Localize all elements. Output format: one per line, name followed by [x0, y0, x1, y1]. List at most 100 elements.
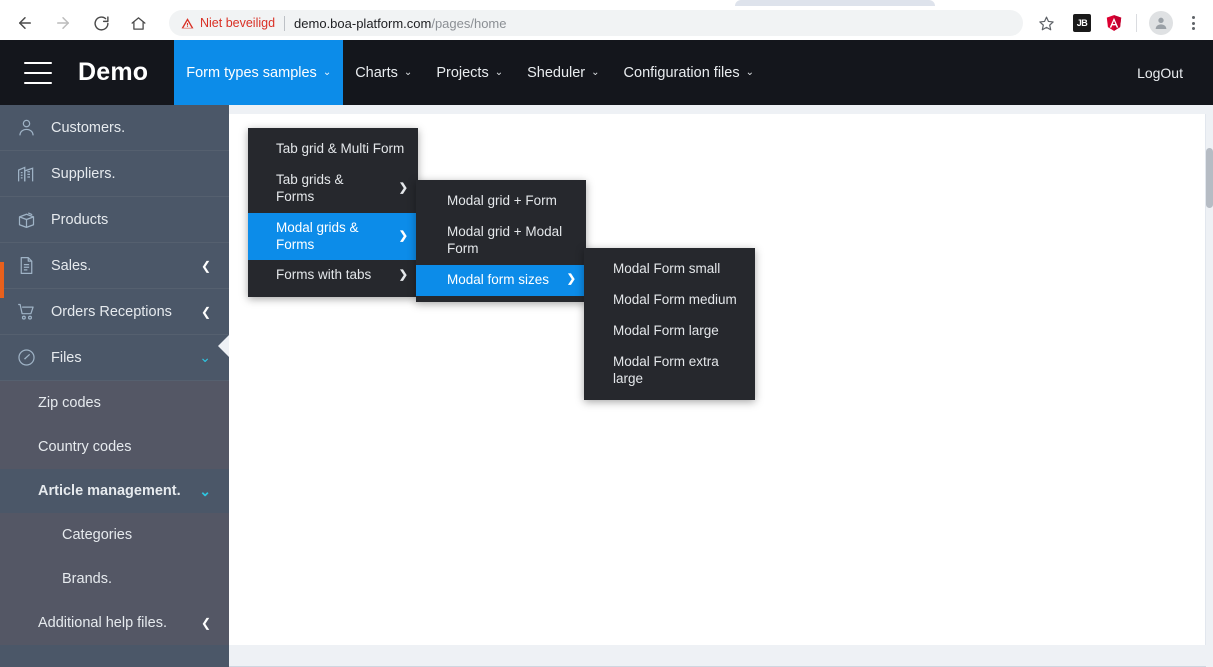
nav-item-charts[interactable]: Charts ⌄: [343, 40, 424, 105]
sidebar-item-label: Orders Receptions: [51, 303, 172, 320]
menu-item-modal-grid-modal-form[interactable]: Modal grid + Modal Form: [416, 217, 586, 265]
bookmark-star-icon[interactable]: [1033, 10, 1059, 36]
sidebar-item-additional-help-files[interactable]: Additional help files. ❮: [0, 601, 229, 645]
reload-icon[interactable]: [86, 8, 116, 38]
chevron-right-icon: ❯: [566, 273, 576, 286]
menu-item-label: Modal Form large: [613, 322, 719, 338]
sidebar-item-label: Zip codes: [38, 395, 101, 411]
menu-item-modal-form-large[interactable]: Modal Form large: [584, 316, 755, 347]
jetbrains-extension-label: JB: [1076, 18, 1088, 28]
app-brand: Demo: [78, 58, 149, 86]
chevron-right-icon: ❯: [398, 229, 408, 242]
avatar[interactable]: [1149, 11, 1173, 35]
app-header: Demo Form types samples ⌄ Charts ⌄ Proje…: [0, 40, 1213, 105]
nav-item-form-types-samples[interactable]: Form types samples ⌄: [174, 40, 344, 105]
page-scrollbar[interactable]: [1206, 105, 1213, 667]
sidebar-item-orders-receptions[interactable]: Orders Receptions ❮: [0, 289, 229, 335]
nav-label: Sheduler: [527, 64, 586, 81]
sidebar-item-country-codes[interactable]: Country codes: [0, 425, 229, 469]
sidebar-item-suppliers[interactable]: Suppliers.: [0, 151, 229, 197]
document-icon: [16, 255, 42, 276]
sidebar-item-files[interactable]: Files ⌄: [0, 335, 229, 381]
chevron-left-icon: ❮: [200, 258, 211, 273]
chevron-down-icon: ⌄: [403, 67, 413, 78]
menu-item-label: Forms with tabs: [276, 267, 372, 283]
chevron-down-icon: ⌄: [199, 349, 211, 365]
nav-item-configuration-files[interactable]: Configuration files ⌄: [612, 40, 766, 105]
cart-icon: [16, 301, 42, 322]
nav-label: Configuration files: [623, 64, 740, 81]
not-secure-label: Niet beveiligd: [200, 16, 276, 30]
forward-arrow-icon[interactable]: [48, 8, 78, 38]
sidebar: Customers. Suppliers. Products Sales. ❮: [0, 105, 229, 667]
chevron-down-icon: ⌄: [591, 67, 600, 78]
nav-label: Projects: [436, 64, 489, 81]
omnibox-divider: [284, 15, 286, 31]
url-domain: demo.boa-platform.com: [294, 15, 432, 31]
nav-item-projects[interactable]: Projects ⌄: [424, 40, 515, 105]
sidebar-item-sales[interactable]: Sales. ❮: [0, 243, 229, 289]
edge-accent-marker: [0, 262, 4, 298]
active-section-marker: [218, 335, 229, 357]
menu-item-label: Modal Form extra large: [613, 353, 719, 386]
browser-toolbar: Niet beveiligd demo.boa-platform.com/pag…: [0, 6, 1213, 40]
menu-item-label: Modal Form small: [613, 261, 721, 276]
chevron-right-icon: ❯: [398, 268, 408, 281]
menu-item-modal-form-small[interactable]: Modal Form small: [584, 254, 755, 285]
sidebar-item-article-management[interactable]: Article management. ⌄: [0, 469, 229, 513]
main-navigation: Form types samples ⌄ Charts ⌄ Projects ⌄…: [174, 40, 1137, 105]
chevron-down-icon: ⌄: [494, 67, 504, 78]
sidebar-item-categories[interactable]: Categories: [0, 513, 229, 557]
hamburger-menu-icon[interactable]: [24, 61, 52, 84]
sidebar-item-label: Files: [51, 349, 82, 366]
menu-item-modal-grid-form[interactable]: Modal grid + Form: [416, 186, 586, 217]
sidebar-item-customers[interactable]: Customers.: [0, 105, 229, 151]
sidebar-item-label: Article management.: [38, 483, 181, 499]
menu-item-modal-form-sizes[interactable]: Modal form sizes ❯: [416, 264, 586, 296]
menu-item-forms-with-tabs[interactable]: Forms with tabs ❯: [248, 260, 418, 291]
url-path: /pages/home: [431, 15, 507, 31]
address-bar[interactable]: Niet beveiligd demo.boa-platform.com/pag…: [169, 10, 1023, 36]
browser-toolbar-actions: JB: [1033, 10, 1213, 36]
dropdown-menu-form-types-samples: Tab grid & Multi Form Tab grids & Forms …: [248, 128, 418, 298]
menu-item-label: Modal form sizes: [447, 271, 550, 287]
logout-button[interactable]: LogOut: [1137, 65, 1183, 81]
gauge-icon: [16, 347, 42, 368]
application-window: Demo Form types samples ⌄ Charts ⌄ Proje…: [0, 40, 1213, 667]
jetbrains-extension-icon[interactable]: JB: [1073, 14, 1091, 32]
angular-extension-icon[interactable]: [1105, 14, 1123, 32]
sidebar-item-brands[interactable]: Brands.: [0, 557, 229, 601]
menu-item-label: Modal grid + Form: [447, 193, 557, 208]
menu-item-label: Modal grids & Forms: [276, 219, 359, 252]
back-arrow-icon[interactable]: [10, 8, 40, 38]
sidebar-item-label: Suppliers.: [51, 165, 116, 182]
chevron-down-icon: ⌄: [745, 67, 754, 78]
menu-item-modal-grids-forms[interactable]: Modal grids & Forms ❯: [248, 212, 418, 261]
chevron-down-icon: ⌄: [199, 482, 211, 499]
sidebar-item-label: Brands.: [62, 571, 112, 587]
sidebar-item-label: Products: [51, 211, 109, 228]
menu-item-modal-form-medium[interactable]: Modal Form medium: [584, 285, 755, 316]
home-icon[interactable]: [123, 8, 153, 38]
menu-item-tab-grid-multi-form[interactable]: Tab grid & Multi Form: [248, 134, 418, 165]
content-separator-band: [229, 645, 1206, 667]
sidebar-item-label: Categories: [62, 527, 133, 543]
browser-menu-icon[interactable]: [1181, 11, 1205, 35]
building-icon: [16, 163, 42, 184]
submenu-modal-grids-forms: Modal grid + Form Modal grid + Modal For…: [416, 180, 586, 302]
sidebar-item-zip-codes[interactable]: Zip codes: [0, 381, 229, 425]
sidebar-filler: [0, 645, 229, 667]
url-text: demo.boa-platform.com/pages/home: [294, 16, 506, 31]
toolbar-divider: [1136, 14, 1137, 32]
menu-item-label: Tab grid & Multi Form: [276, 141, 405, 156]
menu-item-label: Tab grids & Forms: [276, 171, 344, 204]
content-top-strip: [229, 105, 1206, 114]
sidebar-item-label: Sales.: [51, 257, 92, 274]
sidebar-item-products[interactable]: Products: [0, 197, 229, 243]
menu-item-label: Modal Form medium: [613, 291, 737, 307]
nav-item-sheduler[interactable]: Sheduler ⌄: [515, 40, 611, 105]
menu-item-modal-form-extra-large[interactable]: Modal Form extra large: [584, 347, 755, 395]
menu-item-tab-grids-forms[interactable]: Tab grids & Forms ❯: [248, 165, 418, 213]
user-icon: [16, 117, 42, 138]
scrollbar-thumb[interactable]: [1206, 148, 1213, 208]
